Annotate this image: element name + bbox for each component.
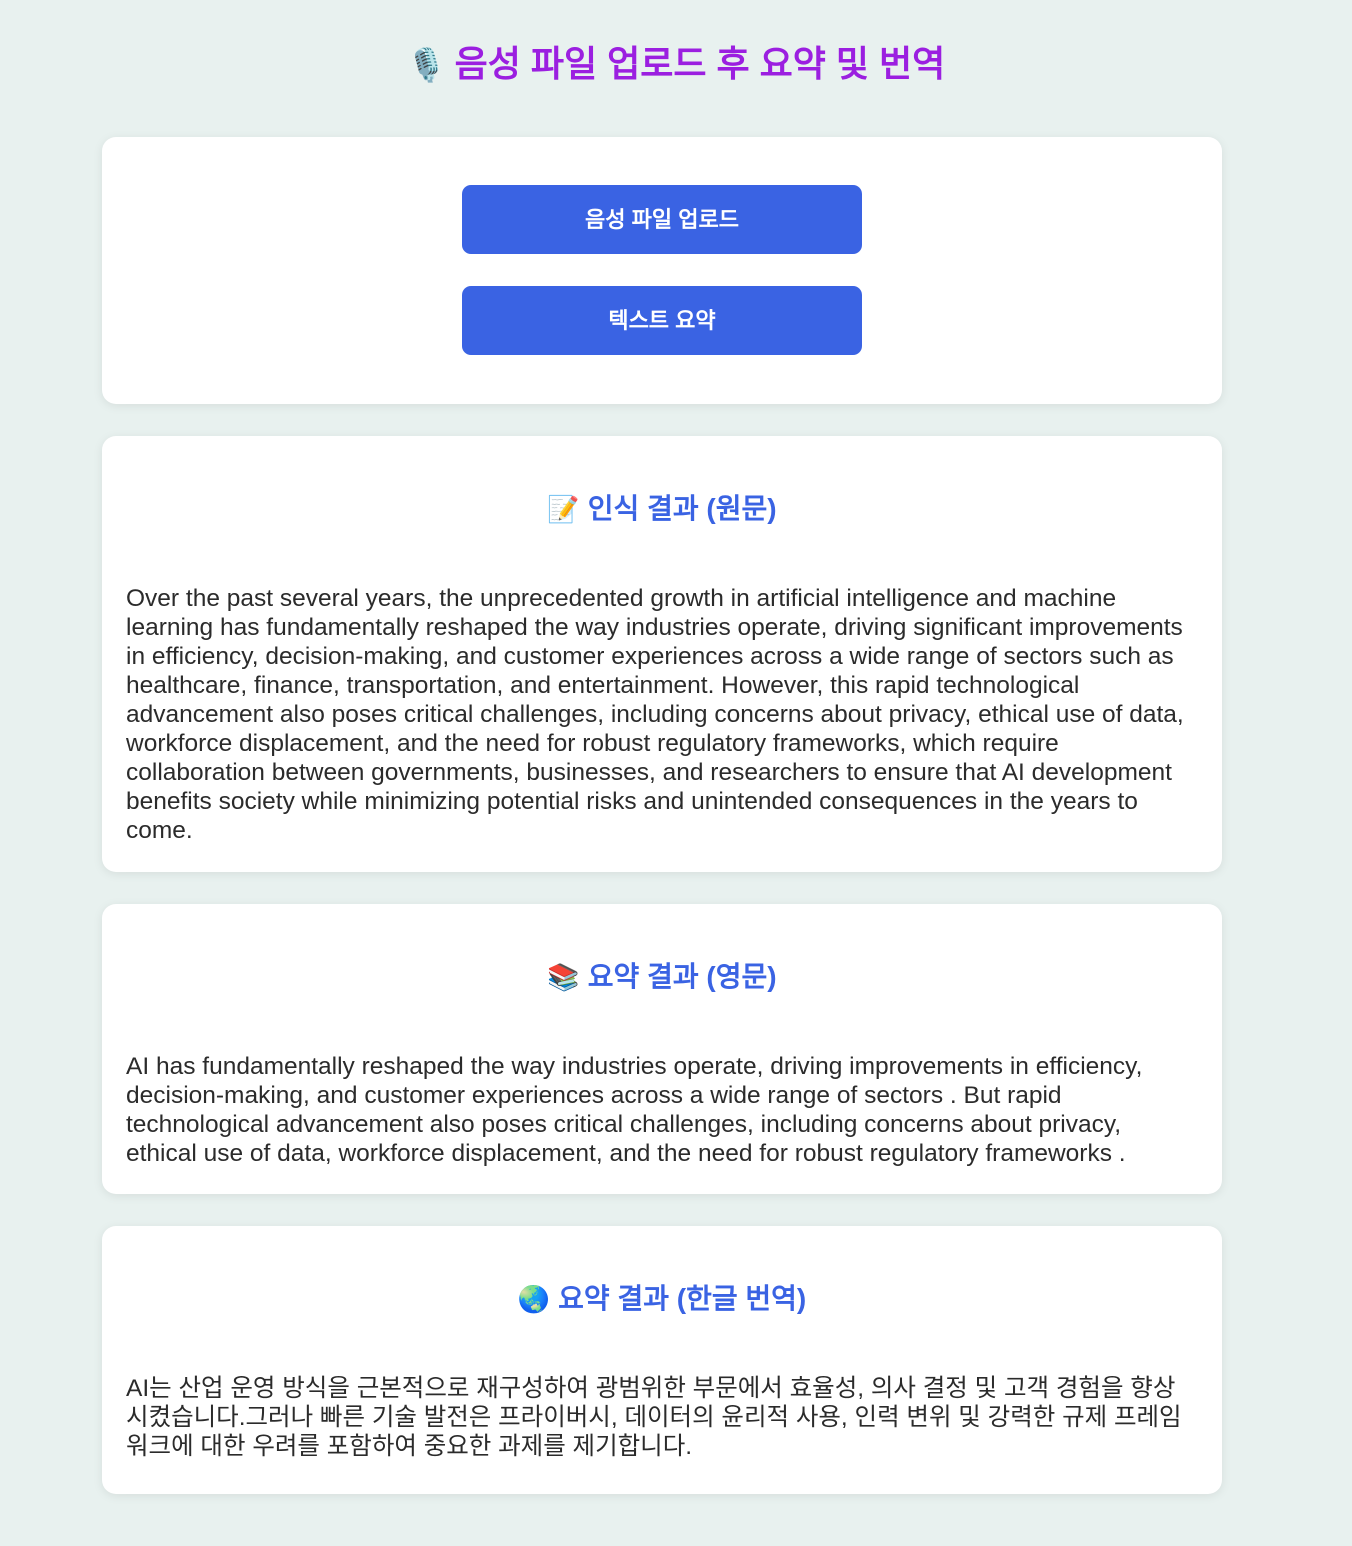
summarize-text-button[interactable]: 텍스트 요약 bbox=[462, 286, 862, 355]
original-transcript-text: Over the past several years, the unprece… bbox=[126, 585, 1184, 844]
page-title: 🎙️ 음성 파일 업로드 후 요약 및 번역 bbox=[0, 0, 1352, 88]
korean-summary-text: AI는 산업 운영 방식을 근본적으로 재구성하여 광범위한 부문에서 효율성,… bbox=[126, 1375, 1182, 1460]
english-summary-card: 📚 요약 결과 (영문) AI has fundamentally reshape… bbox=[102, 904, 1222, 1194]
page-title-text: 음성 파일 업로드 후 요약 및 번역 bbox=[454, 43, 946, 84]
english-summary-text: AI has fundamentally reshaped the way in… bbox=[126, 1053, 1143, 1167]
microphone-icon: 🎙️ bbox=[406, 47, 447, 83]
korean-summary-heading: 🌏 요약 결과 (한글 번역) bbox=[126, 1226, 1198, 1317]
memo-icon: 📝 bbox=[547, 494, 580, 524]
english-summary-heading: 📚 요약 결과 (영문) bbox=[126, 904, 1198, 995]
original-transcript-card: 📝 인식 결과 (원문) Over the past several years,… bbox=[102, 436, 1222, 872]
english-summary-heading-text: 요약 결과 (영문) bbox=[587, 961, 777, 992]
globe-icon: 🌏 bbox=[517, 1284, 551, 1314]
original-transcript-heading-text: 인식 결과 (원문) bbox=[587, 493, 777, 524]
korean-summary-heading-text: 요약 결과 (한글 번역) bbox=[558, 1283, 807, 1314]
original-transcript-heading: 📝 인식 결과 (원문) bbox=[126, 436, 1198, 527]
books-icon: 📚 bbox=[547, 962, 580, 992]
korean-summary-card: 🌏 요약 결과 (한글 번역) AI는 산업 운영 방식을 근본적으로 재구성하여… bbox=[102, 1226, 1222, 1494]
controls-card: 음성 파일 업로드 텍스트 요약 bbox=[102, 137, 1222, 404]
upload-audio-button[interactable]: 음성 파일 업로드 bbox=[462, 185, 862, 254]
